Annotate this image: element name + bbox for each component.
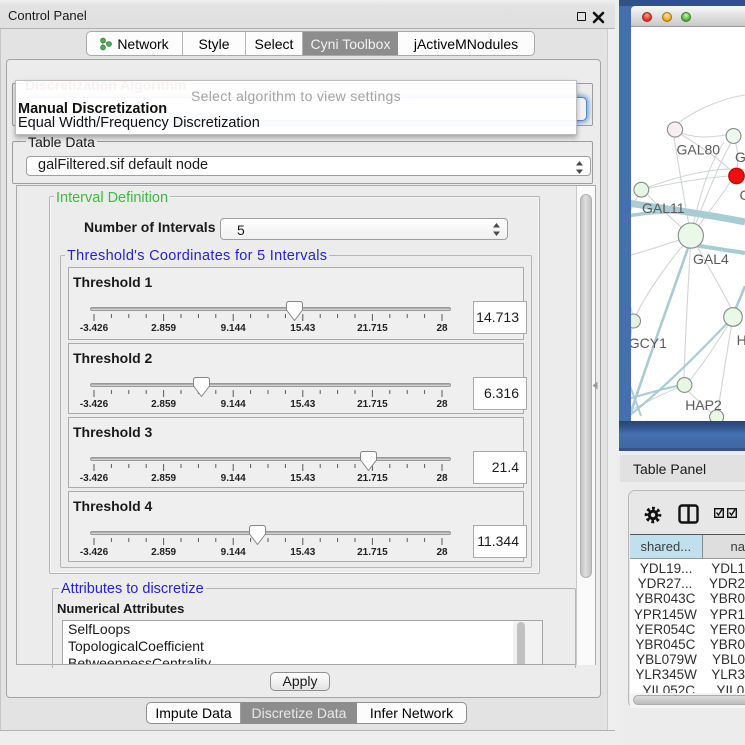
svg-text:GAL11: GAL11 xyxy=(642,200,685,216)
svg-text:H: H xyxy=(737,332,745,348)
svg-text:G..: G.. xyxy=(735,149,745,165)
svg-text:GCY1: GCY1 xyxy=(631,335,667,351)
svg-text:C: C xyxy=(740,187,745,203)
svg-text:HAP2: HAP2 xyxy=(685,397,722,413)
svg-text:GAL4: GAL4 xyxy=(693,251,729,267)
svg-text:GAL80: GAL80 xyxy=(677,142,721,158)
